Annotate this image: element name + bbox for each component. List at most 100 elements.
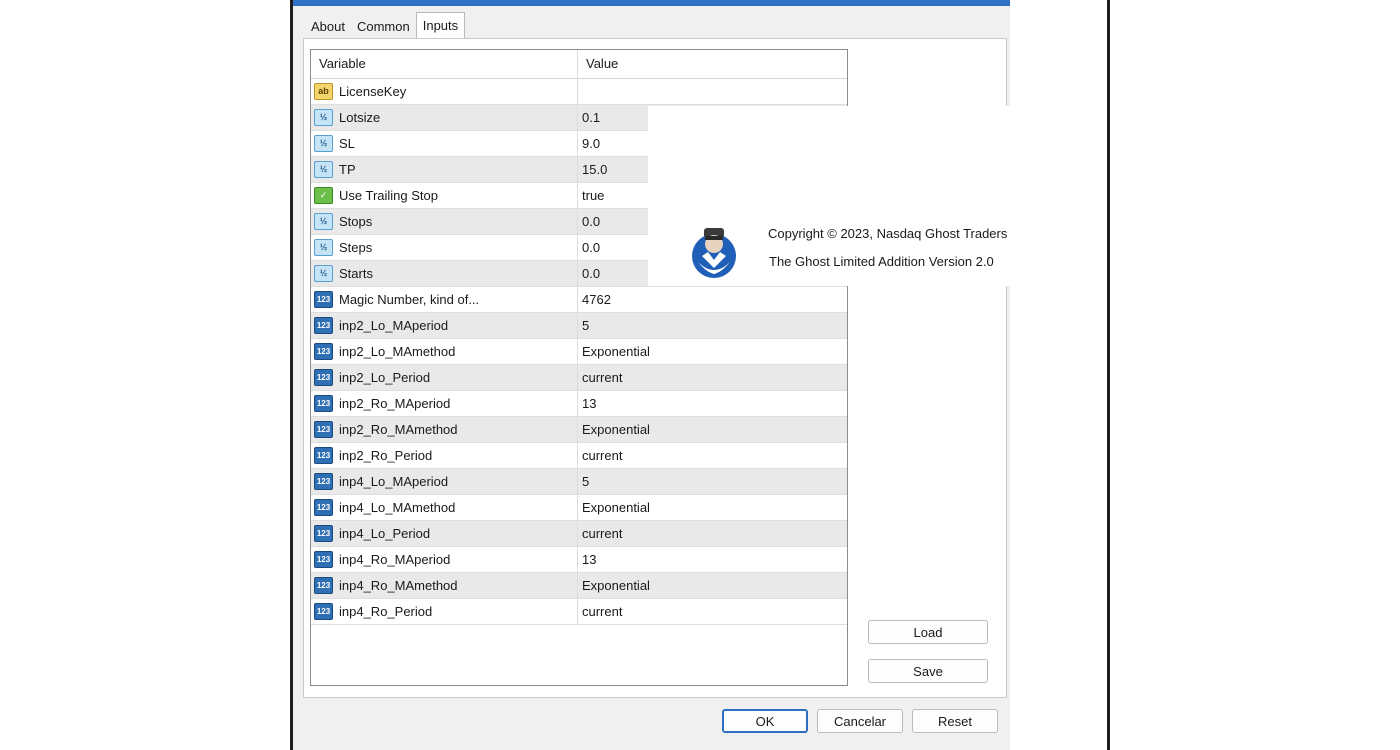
- variable-name: Steps: [339, 240, 373, 255]
- value-cell[interactable]: Exponential: [578, 339, 847, 364]
- variable-cell[interactable]: 123 inp4_Ro_MAperiod: [311, 547, 578, 572]
- variable-cell[interactable]: ab LicenseKey: [311, 79, 578, 104]
- copyright-text: Copyright © 2023, Nasdaq Ghost Traders: [768, 226, 1008, 241]
- double-type-icon: ½: [314, 213, 333, 230]
- int-type-icon: 123: [314, 551, 333, 568]
- variable-name: inp2_Lo_Period: [339, 370, 431, 385]
- bool-type-icon: ✓: [314, 187, 333, 204]
- variable-cell[interactable]: ✓ Use Trailing Stop: [311, 183, 578, 208]
- header-variable[interactable]: Variable: [311, 50, 578, 78]
- value-cell[interactable]: current: [578, 599, 847, 624]
- int-type-icon: 123: [314, 317, 333, 334]
- int-type-icon: 123: [314, 291, 333, 308]
- variable-cell[interactable]: ½ Stops: [311, 209, 578, 234]
- value-cell[interactable]: current: [578, 521, 847, 546]
- variable-cell[interactable]: 123 inp2_Lo_MAperiod: [311, 313, 578, 338]
- variable-cell[interactable]: 123 inp2_Ro_MAmethod: [311, 417, 578, 442]
- value-cell[interactable]: Exponential: [578, 417, 847, 442]
- variable-cell[interactable]: 123 inp4_Ro_Period: [311, 599, 578, 624]
- table-row[interactable]: ab LicenseKey: [311, 79, 847, 105]
- table-row[interactable]: 123 inp4_Lo_Period current: [311, 521, 847, 547]
- variable-cell[interactable]: ½ SL: [311, 131, 578, 156]
- table-row[interactable]: 123 inp2_Ro_Period current: [311, 443, 847, 469]
- variable-cell[interactable]: ½ Steps: [311, 235, 578, 260]
- value-cell[interactable]: [578, 79, 847, 104]
- value-cell[interactable]: Exponential: [578, 495, 847, 520]
- variable-cell[interactable]: 123 inp2_Ro_Period: [311, 443, 578, 468]
- version-text: The Ghost Limited Addition Version 2.0: [769, 254, 994, 269]
- variable-cell[interactable]: 123 inp4_Lo_MAperiod: [311, 469, 578, 494]
- variable-name: inp2_Ro_Period: [339, 448, 433, 463]
- value-cell[interactable]: 5: [578, 469, 847, 494]
- load-button[interactable]: Load: [868, 620, 988, 644]
- double-type-icon: ½: [314, 135, 333, 152]
- variable-name: inp4_Lo_MAperiod: [339, 474, 449, 489]
- variable-cell[interactable]: ½ Lotsize: [311, 105, 578, 130]
- variable-name: Lotsize: [339, 110, 381, 125]
- tab-about[interactable]: About: [305, 14, 351, 38]
- table-row[interactable]: 123 Magic Number, kind of... 4762: [311, 287, 847, 313]
- string-type-icon: ab: [314, 83, 333, 100]
- value-cell[interactable]: Exponential: [578, 573, 847, 598]
- value-cell[interactable]: 4762: [578, 287, 847, 312]
- int-type-icon: 123: [314, 473, 333, 490]
- value-cell[interactable]: current: [578, 365, 847, 390]
- variable-name: inp4_Ro_MAmethod: [339, 578, 458, 593]
- value-cell[interactable]: 13: [578, 391, 847, 416]
- save-button[interactable]: Save: [868, 659, 988, 683]
- variable-name: inp2_Lo_MAperiod: [339, 318, 449, 333]
- table-row[interactable]: 123 inp4_Ro_MAperiod 13: [311, 547, 847, 573]
- double-type-icon: ½: [314, 109, 333, 126]
- variable-name: inp4_Lo_Period: [339, 526, 431, 541]
- int-type-icon: 123: [314, 343, 333, 360]
- int-type-icon: 123: [314, 395, 333, 412]
- tab-inputs[interactable]: Inputs: [415, 12, 466, 39]
- double-type-icon: ½: [314, 265, 333, 282]
- variable-name: inp4_Lo_MAmethod: [339, 500, 456, 515]
- variable-cell[interactable]: 123 Magic Number, kind of...: [311, 287, 578, 312]
- ok-button[interactable]: OK: [722, 709, 808, 733]
- variable-cell[interactable]: 123 inp2_Lo_MAmethod: [311, 339, 578, 364]
- grid-header: Variable Value: [311, 50, 847, 79]
- variable-cell[interactable]: 123 inp2_Ro_MAperiod: [311, 391, 578, 416]
- variable-name: inp2_Ro_MAmethod: [339, 422, 458, 437]
- ghost-trader-logo-icon: [692, 228, 736, 278]
- reset-button[interactable]: Reset: [912, 709, 998, 733]
- variable-cell[interactable]: ½ Starts: [311, 261, 578, 286]
- about-overlay: Copyright © 2023, Nasdaq Ghost Traders T…: [648, 106, 1107, 286]
- table-row[interactable]: 123 inp2_Lo_Period current: [311, 365, 847, 391]
- table-row[interactable]: 123 inp2_Lo_MAperiod 5: [311, 313, 847, 339]
- variable-name: Starts: [339, 266, 373, 281]
- variable-cell[interactable]: 123 inp4_Ro_MAmethod: [311, 573, 578, 598]
- double-type-icon: ½: [314, 239, 333, 256]
- tab-bar: About Common Inputs: [305, 12, 466, 39]
- title-bar-strip: [293, 0, 1010, 6]
- int-type-icon: 123: [314, 577, 333, 594]
- cancel-button[interactable]: Cancelar: [817, 709, 903, 733]
- variable-cell[interactable]: 123 inp4_Lo_Period: [311, 521, 578, 546]
- table-row[interactable]: 123 inp4_Lo_MAperiod 5: [311, 469, 847, 495]
- expert-properties-dialog: About Common Inputs Variable Value ab Lic…: [290, 0, 1110, 750]
- variable-name: SL: [339, 136, 355, 151]
- table-row[interactable]: 123 inp4_Ro_MAmethod Exponential: [311, 573, 847, 599]
- variable-name: Use Trailing Stop: [339, 188, 438, 203]
- variable-name: inp4_Ro_MAperiod: [339, 552, 451, 567]
- table-row[interactable]: 123 inp2_Ro_MAperiod 13: [311, 391, 847, 417]
- int-type-icon: 123: [314, 499, 333, 516]
- value-cell[interactable]: 13: [578, 547, 847, 572]
- variable-cell[interactable]: 123 inp2_Lo_Period: [311, 365, 578, 390]
- variable-cell[interactable]: ½ TP: [311, 157, 578, 182]
- table-row[interactable]: 123 inp2_Ro_MAmethod Exponential: [311, 417, 847, 443]
- value-cell[interactable]: current: [578, 443, 847, 468]
- table-row[interactable]: 123 inp4_Ro_Period current: [311, 599, 847, 625]
- variable-cell[interactable]: 123 inp4_Lo_MAmethod: [311, 495, 578, 520]
- value-cell[interactable]: 5: [578, 313, 847, 338]
- variable-name: inp2_Ro_MAperiod: [339, 396, 451, 411]
- table-row[interactable]: 123 inp2_Lo_MAmethod Exponential: [311, 339, 847, 365]
- variable-name: inp4_Ro_Period: [339, 604, 433, 619]
- table-row[interactable]: 123 inp4_Lo_MAmethod Exponential: [311, 495, 847, 521]
- tab-common[interactable]: Common: [351, 14, 416, 38]
- variable-name: LicenseKey: [339, 84, 407, 99]
- int-type-icon: 123: [314, 603, 333, 620]
- header-value[interactable]: Value: [578, 50, 847, 78]
